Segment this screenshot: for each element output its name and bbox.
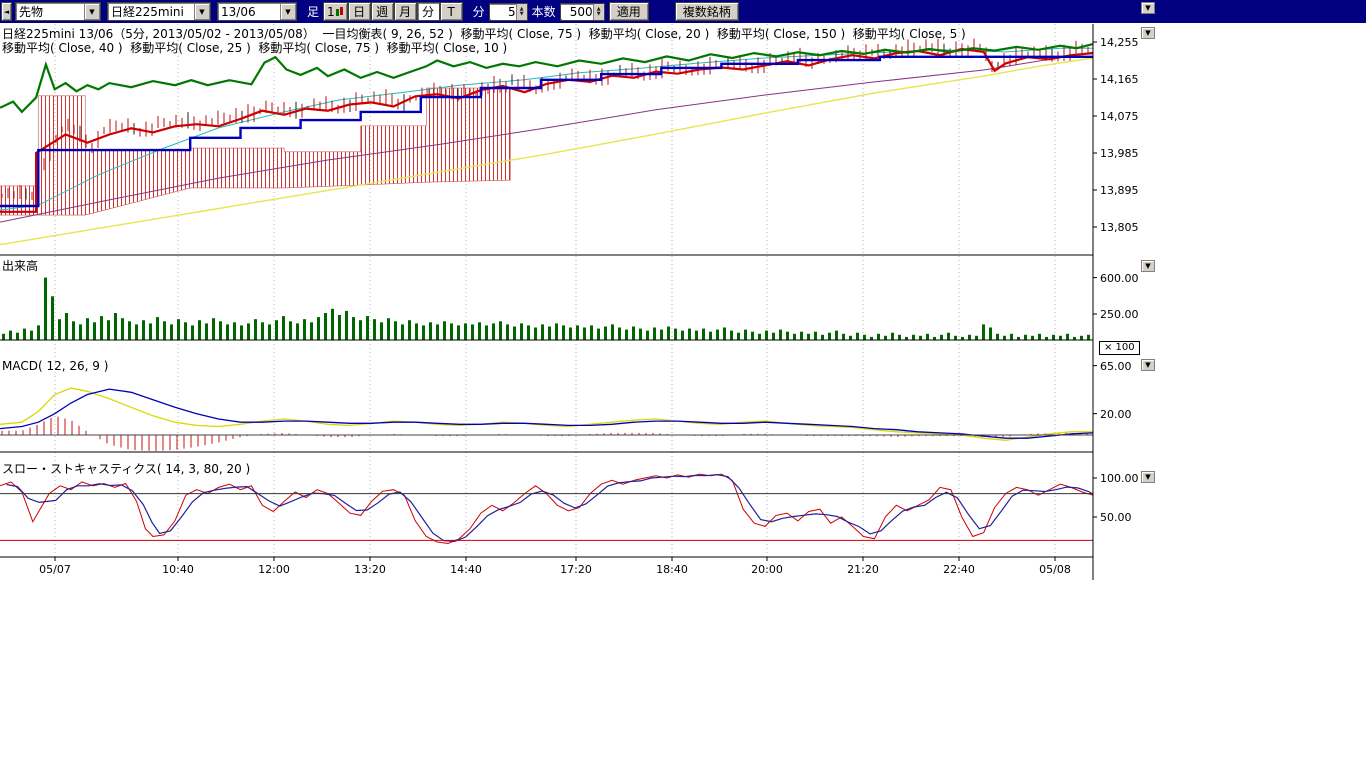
period-button-tick[interactable]: T — [440, 2, 463, 21]
candle-icon — [336, 7, 344, 17]
x-axis-label: 18:40 — [642, 563, 702, 576]
period-button-tick-label: T — [447, 5, 454, 19]
volume-multiplier-badge: × 100 — [1099, 341, 1140, 355]
symbol-select[interactable]: 日経225mini ▼ — [107, 2, 211, 21]
ashi-label: 足 — [307, 3, 319, 20]
chevron-down-icon[interactable]: ▼ — [84, 3, 100, 20]
period-button-month-label: 月 — [399, 3, 411, 20]
scroll-down-button-toolbar[interactable]: ▼ — [1141, 2, 1155, 14]
volume-pane-label: 出来高 — [2, 257, 38, 274]
period-button-week-label: 週 — [376, 3, 388, 20]
app-window: ◄ 先物 ▼ 日経225mini ▼ 13/06 ▼ 足 1 日 週 月 分 T… — [0, 0, 1366, 768]
period-button-month[interactable]: 月 — [394, 2, 417, 21]
bars-input-wrap: ▲▼ — [560, 3, 605, 21]
x-axis-label: 14:40 — [436, 563, 496, 576]
stoch-pane-label: スロー・ストキャスティクス( 14, 3, 80, 20 ) — [2, 460, 250, 477]
pane-collapse-button[interactable]: ◄ — [1, 2, 12, 21]
period-button-1min[interactable]: 1 — [323, 2, 348, 21]
chevron-down-icon[interactable]: ▼ — [194, 3, 210, 20]
x-axis-label: 21:20 — [833, 563, 893, 576]
x-axis-label: 10:40 — [148, 563, 208, 576]
price-axis-label: 14,165 — [1100, 73, 1139, 86]
volume-axis-label: 600.00 — [1100, 272, 1139, 285]
contract-month-select[interactable]: 13/06 ▼ — [217, 2, 297, 21]
x-axis-label: 12:00 — [244, 563, 304, 576]
scroll-down-button-stoch[interactable]: ▼ — [1141, 471, 1155, 483]
chevron-down-icon[interactable]: ▼ — [280, 3, 296, 20]
macd-axis-label: 20.00 — [1100, 408, 1132, 421]
period-button-day-label: 日 — [353, 3, 365, 20]
toolbar: ◄ 先物 ▼ 日経225mini ▼ 13/06 ▼ 足 1 日 週 月 分 T… — [0, 0, 1366, 23]
symbol-select-value: 日経225mini — [108, 3, 194, 20]
scroll-down-button-macd[interactable]: ▼ — [1141, 359, 1155, 371]
x-axis-label: 22:40 — [929, 563, 989, 576]
period-button-day[interactable]: 日 — [348, 2, 371, 21]
chart-canvas[interactable] — [0, 0, 1366, 768]
category-select[interactable]: 先物 ▼ — [15, 2, 101, 21]
price-axis-label: 13,805 — [1100, 221, 1139, 234]
chart-indicators-line: 移動平均( Close, 40 ) 移動平均( Close, 25 ) 移動平均… — [2, 39, 507, 56]
category-select-value: 先物 — [16, 3, 84, 20]
price-axis-label: 13,985 — [1100, 147, 1139, 160]
spinner-icon[interactable]: ▲▼ — [593, 4, 604, 20]
period-button-week[interactable]: 週 — [371, 2, 394, 21]
volume-axis-label: 250.00 — [1100, 308, 1139, 321]
x-axis-label: 13:20 — [340, 563, 400, 576]
bars-label: 本数 — [532, 3, 556, 20]
x-axis-label: 05/07 — [25, 563, 85, 576]
bars-input[interactable] — [561, 5, 593, 19]
x-axis-label: 17:20 — [546, 563, 606, 576]
price-axis-label: 13,895 — [1100, 184, 1139, 197]
minute-label: 分 — [473, 3, 485, 20]
spinner-icon[interactable]: ▲▼ — [516, 4, 527, 20]
period-button-minute[interactable]: 分 — [417, 2, 440, 21]
scroll-down-button-price[interactable]: ▼ — [1141, 27, 1155, 39]
macd-axis-label: 65.00 — [1100, 360, 1132, 373]
price-axis-label: 14,255 — [1100, 36, 1139, 49]
period-button-minute-label: 分 — [422, 3, 434, 20]
stoch-axis-label: 50.00 — [1100, 511, 1132, 524]
minute-input-wrap: ▲▼ — [489, 3, 528, 21]
macd-pane-label: MACD( 12, 26, 9 ) — [2, 359, 108, 373]
price-axis-label: 14,075 — [1100, 110, 1139, 123]
apply-button[interactable]: 適用 — [609, 2, 649, 21]
scroll-down-button-volume[interactable]: ▼ — [1141, 260, 1155, 272]
stoch-axis-label: 100.00 — [1100, 472, 1139, 485]
minute-input[interactable] — [490, 5, 516, 19]
contract-month-select-value: 13/06 — [218, 5, 280, 19]
multi-symbol-button[interactable]: 複数銘柄 — [675, 2, 739, 21]
period-button-1min-label: 1 — [327, 5, 335, 19]
x-axis-label: 05/08 — [1025, 563, 1085, 576]
x-axis-label: 20:00 — [737, 563, 797, 576]
